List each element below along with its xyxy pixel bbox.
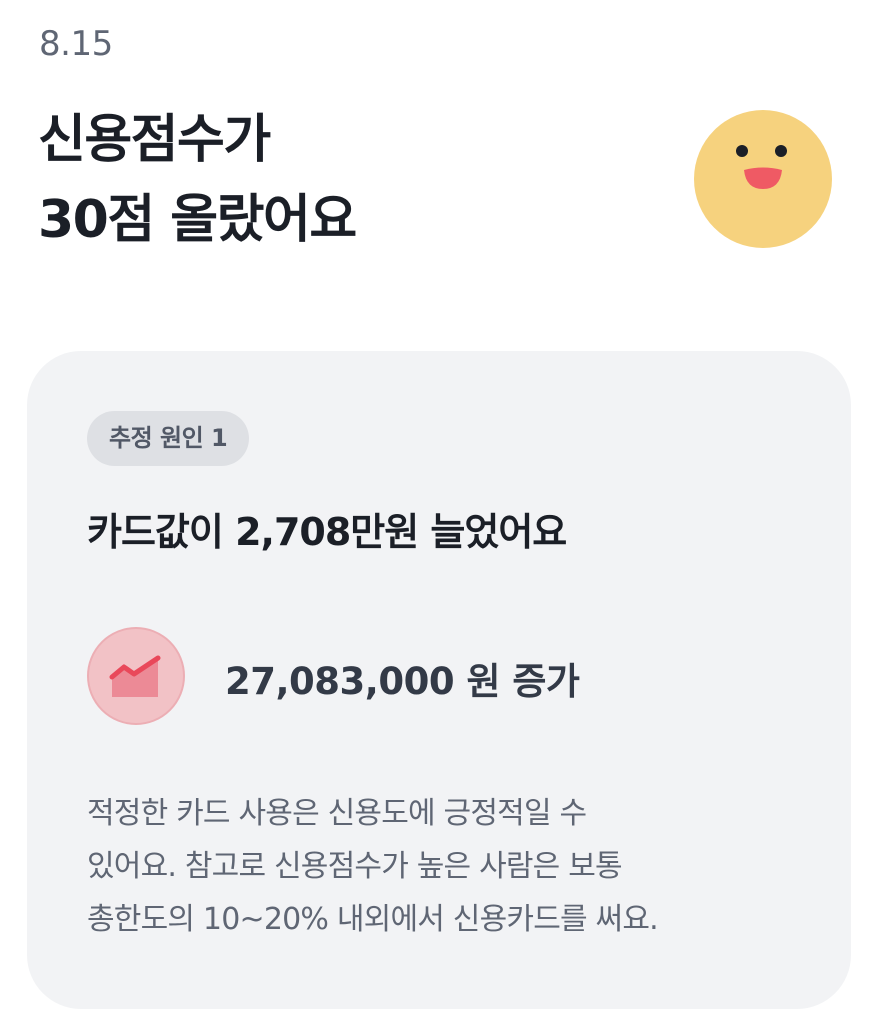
title-line-1: 신용점수가 [38, 110, 271, 170]
title-line-2: 30점 올랐어요 [38, 190, 357, 250]
description-line: 총한도의 10~20% 내외에서 신용카드를 써요. [87, 902, 659, 937]
reason-title: 카드값이 2,708만원 늘었어요 [87, 510, 567, 554]
description-text: 적정한 카드 사용은 신용도에 긍정적일 수 있어요. 참고로 신용점수가 높은… [87, 787, 787, 946]
page-title: 신용점수가 30점 올랐어요 [38, 100, 357, 260]
increase-amount: 27,083,000 원 증가 [225, 660, 580, 703]
estimated-cause-card: 추정 원인 1 카드값이 2,708만원 늘었어요 27,083,000 원 증… [27, 351, 851, 1009]
cause-badge: 추정 원인 1 [87, 411, 250, 466]
date-label: 8.15 [39, 24, 113, 64]
smiling-face-icon [694, 110, 832, 248]
credit-score-screen: 8.15 신용점수가 30점 올랐어요 추정 원인 1 카드값이 2,708만원… [0, 0, 874, 1034]
description-line: 있어요. 참고로 신용점수가 높은 사람은 보통 [87, 849, 623, 884]
description-line: 적정한 카드 사용은 신용도에 긍정적일 수 [87, 796, 587, 831]
chart-increase-icon [87, 627, 185, 725]
